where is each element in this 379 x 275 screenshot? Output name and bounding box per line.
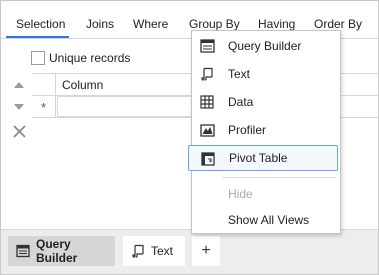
menu-separator bbox=[222, 177, 336, 178]
unique-records-checkbox[interactable] bbox=[31, 51, 45, 65]
add-view-button[interactable]: + bbox=[192, 236, 220, 266]
view-tab-text[interactable]: Text bbox=[123, 236, 185, 266]
query-builder-window: Selection Joins Where Group By Having Or… bbox=[0, 0, 379, 275]
menu-item-hide: Hide bbox=[192, 181, 340, 207]
view-tab-query-builder[interactable]: Query Builder bbox=[8, 236, 115, 266]
menu-item-pivot-table[interactable]: Pivot Table bbox=[188, 145, 338, 171]
unique-records-label: Unique records bbox=[49, 51, 131, 65]
profiler-icon bbox=[199, 122, 215, 138]
query-builder-icon bbox=[16, 244, 30, 258]
column-header[interactable]: Column bbox=[62, 78, 103, 92]
menu-item-label: Profiler bbox=[228, 123, 267, 137]
move-up-icon[interactable] bbox=[11, 77, 27, 93]
query-builder-icon bbox=[199, 38, 215, 54]
pivot-table-icon bbox=[200, 151, 216, 167]
view-tab-label: Query Builder bbox=[36, 237, 78, 265]
tab-joins[interactable]: Joins bbox=[79, 13, 121, 35]
views-menu: Query Builder Text Data Profiler Pivot T… bbox=[188, 30, 341, 234]
view-tab-label: Text bbox=[151, 244, 174, 258]
data-grid-icon bbox=[199, 94, 215, 110]
text-view-icon bbox=[131, 244, 145, 258]
menu-item-data[interactable]: Data bbox=[192, 89, 340, 115]
menu-item-show-all-views[interactable]: Show All Views bbox=[192, 207, 340, 233]
new-row-marker: * bbox=[32, 96, 56, 118]
unique-records-option[interactable]: Unique records bbox=[31, 50, 130, 66]
menu-item-label: Hide bbox=[228, 187, 253, 201]
menu-item-label: Data bbox=[228, 95, 254, 109]
row-tools bbox=[7, 73, 31, 143]
grid-corner bbox=[32, 74, 56, 96]
tab-where[interactable]: Where bbox=[126, 13, 175, 35]
view-tabs-bar: Query Builder Text + bbox=[1, 229, 378, 274]
menu-item-query-builder[interactable]: Query Builder bbox=[192, 33, 340, 59]
menu-item-label: Show All Views bbox=[228, 213, 310, 227]
text-view-icon bbox=[199, 66, 215, 82]
move-down-icon[interactable] bbox=[11, 99, 27, 115]
menu-item-label: Pivot Table bbox=[229, 151, 288, 165]
menu-item-profiler[interactable]: Profiler bbox=[192, 117, 340, 143]
tab-selection[interactable]: Selection bbox=[9, 13, 72, 35]
delete-row-icon[interactable] bbox=[11, 123, 27, 139]
menu-item-label: Query Builder bbox=[228, 39, 302, 53]
menu-item-label: Text bbox=[228, 67, 251, 81]
menu-item-text[interactable]: Text bbox=[192, 61, 340, 87]
